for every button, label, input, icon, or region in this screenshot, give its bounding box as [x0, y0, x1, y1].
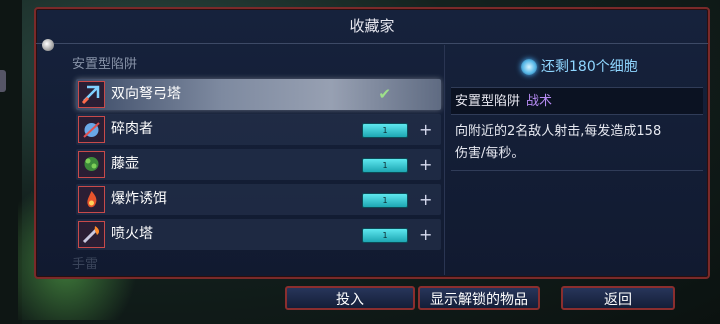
- category-label-traps: 安置型陷阱: [72, 57, 138, 72]
- add-button[interactable]: +: [419, 149, 432, 180]
- add-button[interactable]: +: [419, 219, 432, 250]
- invest-button[interactable]: 投入: [285, 286, 415, 310]
- item-name: 爆炸诱饵: [111, 191, 167, 207]
- description-line: 向附近的2名敌人射击,每发造成158: [455, 124, 662, 139]
- flamethrower-turret-icon: [78, 221, 105, 248]
- item-name: 藤壶: [111, 156, 139, 172]
- window-title: 收藏家: [36, 9, 708, 44]
- cells-remaining-text: 还剩180个细胞: [541, 59, 638, 75]
- blueprint-list: 安置型陷阱 双向弩弓塔 ✔ 碎肉者 1 + 藤壶 1 + 爆炸诱饵 1 + 喷火…: [36, 45, 446, 275]
- list-item[interactable]: 爆炸诱饵 1 +: [76, 184, 441, 215]
- category-label-grenades: 手雷: [72, 257, 99, 272]
- list-divider: [444, 45, 445, 275]
- item-description: 向附近的2名敌人射击,每发造成158 伤害/每秒。: [455, 121, 699, 165]
- item-count-bar: 1: [362, 193, 408, 208]
- add-button[interactable]: +: [419, 184, 432, 215]
- item-detail-pane: 还剩180个细胞 安置型陷阱 战术 向附近的2名敌人射击,每发造成158 伤害/每…: [451, 45, 703, 275]
- grinder-trap-icon: [78, 116, 105, 143]
- detail-header: 安置型陷阱 战术: [451, 87, 703, 115]
- item-name: 双向弩弓塔: [111, 86, 181, 102]
- cell-icon: [521, 59, 537, 75]
- detail-divider: [451, 170, 703, 171]
- item-name: 喷火塔: [111, 226, 153, 242]
- list-item[interactable]: 双向弩弓塔 ✔: [76, 79, 441, 110]
- back-button[interactable]: 返回: [561, 286, 675, 310]
- unlocked-check-icon: ✔: [378, 85, 391, 103]
- list-item[interactable]: 藤壶 1 +: [76, 149, 441, 180]
- item-count-bar: 1: [362, 158, 408, 173]
- item-type-label: 安置型陷阱: [455, 94, 521, 109]
- crossbow-turret-icon: [78, 81, 105, 108]
- show-unlocked-button[interactable]: 显示解锁的物品: [418, 286, 540, 310]
- cells-remaining: 还剩180个细胞: [521, 55, 638, 79]
- add-button[interactable]: +: [419, 114, 432, 145]
- barnacle-icon: [78, 151, 105, 178]
- side-handle[interactable]: [0, 70, 6, 92]
- item-count-bar: 1: [362, 123, 408, 138]
- category-tag: 战术: [526, 94, 553, 109]
- item-count-bar: 1: [362, 228, 408, 243]
- list-item[interactable]: 喷火塔 1 +: [76, 219, 441, 250]
- explosive-decoy-icon: [78, 186, 105, 213]
- item-name: 碎肉者: [111, 121, 153, 137]
- description-line: 伤害/每秒。: [455, 146, 525, 161]
- list-item[interactable]: 碎肉者 1 +: [76, 114, 441, 145]
- collector-panel: 收藏家 安置型陷阱 双向弩弓塔 ✔ 碎肉者 1 + 藤壶 1 + 爆炸诱饵 1 …: [34, 7, 710, 279]
